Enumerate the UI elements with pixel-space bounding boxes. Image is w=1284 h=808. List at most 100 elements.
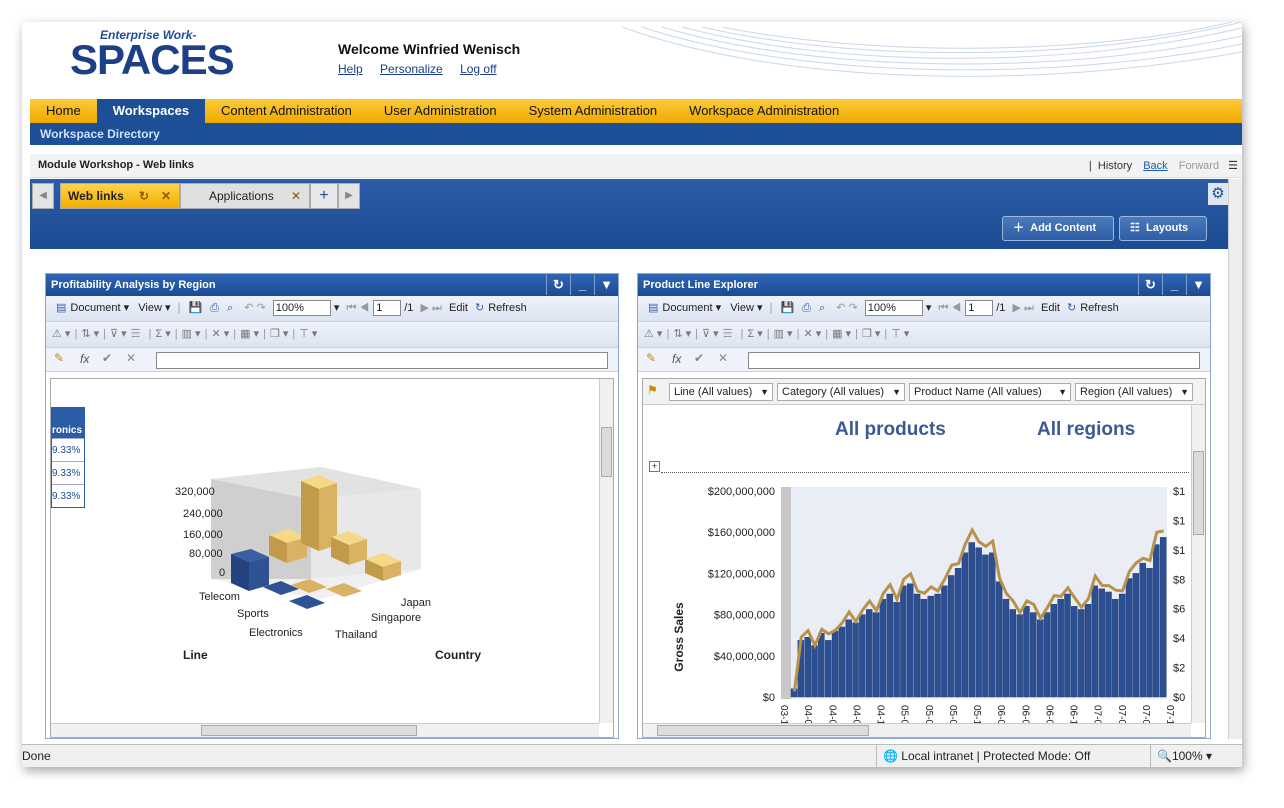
tab-applications[interactable]: Applications ✕ [180, 183, 310, 209]
refresh-button[interactable]: Refresh [1080, 302, 1119, 314]
help-link[interactable]: Help [338, 62, 363, 76]
variable-editor-icon[interactable]: ✎ [54, 351, 64, 365]
menu-dropdown-icon[interactable]: ▼ [594, 274, 618, 295]
sort-icon[interactable]: ⇅ ▾ [673, 328, 691, 340]
page-menu-icon[interactable]: ☰ [1228, 160, 1238, 172]
refresh-icon[interactable]: ↻ [1138, 274, 1162, 295]
variable-editor-icon[interactable]: ✎ [646, 351, 656, 365]
gross-sales-bar [1146, 568, 1153, 698]
layouts-button[interactable]: ☷ Layouts [1119, 216, 1207, 241]
edit-button[interactable]: Edit [1041, 302, 1060, 314]
gross-sales-chart: Gross Sales $200,000,000 $160,000,000 $120… [672, 486, 1185, 729]
report-hscrollbar[interactable] [643, 723, 1191, 737]
report-vscrollbar[interactable] [599, 379, 613, 723]
gross-sales-bar [1139, 562, 1146, 698]
gross-sales-bar [1159, 537, 1167, 698]
print-icon[interactable]: ⎙ [802, 296, 811, 321]
history-menu[interactable]: History [1098, 160, 1132, 172]
page-count: /1 [996, 302, 1006, 314]
tab-scroll-left-icon[interactable]: ◀ [32, 183, 54, 209]
tab-web-links[interactable]: Web links ↻ ✕ [60, 183, 180, 209]
chart-type-icon[interactable]: ▥ ▾ [182, 328, 201, 340]
category-filter-select[interactable]: Category (All values) [777, 383, 905, 401]
expand-icon[interactable]: + [649, 461, 660, 472]
print-icon[interactable]: ⎙ [210, 296, 219, 321]
gross-sales-bar [1132, 573, 1140, 698]
zoom-select[interactable]: 100% [272, 300, 331, 317]
document-menu[interactable]: Document [70, 302, 120, 314]
gear-icon[interactable]: ⚙ [1208, 183, 1228, 205]
view-menu[interactable]: View [730, 302, 754, 314]
sort-icon[interactable]: ⇅ ▾ [81, 328, 99, 340]
alert-icon[interactable]: ⚠ ▾ [52, 328, 70, 340]
copy-icon[interactable]: ❐ ▾ [862, 328, 880, 340]
cancel-formula-icon[interactable]: ✕ [126, 351, 136, 365]
nav-workspace-administration[interactable]: Workspace Administration [673, 99, 855, 123]
add-tab-icon[interactable]: + [310, 183, 338, 209]
page-number-input[interactable]: 1 [965, 300, 994, 317]
break-icon[interactable]: ⊤ ▾ [891, 328, 909, 340]
product-name-filter-select[interactable]: Product Name (All values) [909, 383, 1071, 401]
validate-icon[interactable]: ✔ [102, 351, 112, 365]
break-icon[interactable]: ⊤ ▾ [299, 328, 317, 340]
view-menu[interactable]: View [138, 302, 162, 314]
document-menu[interactable]: Document [662, 302, 712, 314]
format-icon[interactable]: ▦ ▾ [832, 328, 851, 340]
chart-type-icon[interactable]: ▥ ▾ [774, 328, 793, 340]
page-number-input[interactable]: 1 [373, 300, 402, 317]
tab-close-icon[interactable]: ✕ [161, 184, 171, 208]
filter-icon[interactable]: ⊽ ▾ [110, 328, 127, 340]
personalize-link[interactable]: Personalize [380, 62, 443, 76]
delete-icon[interactable]: ✕ ▾ [803, 328, 821, 340]
back-link[interactable]: Back [1143, 160, 1167, 172]
sum-icon[interactable]: Σ ▾ [747, 328, 762, 340]
filter-icon[interactable]: ⊽ ▾ [702, 328, 719, 340]
edit-button[interactable]: Edit [449, 302, 468, 314]
y-axis-title: Gross Sales [672, 602, 686, 672]
forward-link[interactable]: Forward [1179, 160, 1219, 172]
tab-scroll-right-icon[interactable]: ▶ [338, 183, 360, 209]
minimize-icon[interactable]: _ [570, 274, 594, 295]
refresh-icon[interactable]: ↻ [546, 274, 570, 295]
minimize-icon[interactable]: _ [1162, 274, 1186, 295]
gross-sales-bar [995, 581, 1003, 698]
formula-icon[interactable]: fx [672, 352, 681, 366]
gross-sales-bar [927, 595, 934, 698]
formula-input[interactable] [748, 352, 1200, 369]
formula-icon[interactable]: fx [80, 352, 89, 366]
nav-content-administration[interactable]: Content Administration [205, 99, 368, 123]
webi-toolbar: ▤ Document ▾ View ▾ | 💾 ⎙ ⌕ ↶ ↷ 100% ▾ ⏮ ◀ 1 … [638, 296, 1210, 322]
logoff-link[interactable]: Log off [460, 62, 496, 76]
nav-system-administration[interactable]: System Administration [513, 99, 674, 123]
nav-user-administration[interactable]: User Administration [368, 99, 513, 123]
copy-icon[interactable]: ❐ ▾ [270, 328, 288, 340]
find-icon[interactable]: ⌕ [819, 296, 825, 321]
line-filter-select[interactable]: Line (All values) [669, 383, 773, 401]
region-filter-select[interactable]: Region (All values) [1075, 383, 1193, 401]
sum-icon[interactable]: Σ ▾ [155, 328, 170, 340]
find-icon[interactable]: ⌕ [227, 296, 233, 321]
tab-close-icon[interactable]: ✕ [291, 184, 301, 208]
zoom-select[interactable]: 100% [864, 300, 923, 317]
formula-input[interactable] [156, 352, 608, 369]
menu-dropdown-icon[interactable]: ▼ [1186, 274, 1210, 295]
alert-icon[interactable]: ⚠ ▾ [644, 328, 662, 340]
delete-icon[interactable]: ✕ ▾ [211, 328, 229, 340]
save-icon[interactable]: 💾 [780, 296, 794, 321]
report-hscrollbar[interactable] [51, 723, 599, 737]
report-vscrollbar[interactable] [1191, 405, 1205, 723]
validate-icon[interactable]: ✔ [694, 351, 704, 365]
nav-home[interactable]: Home [30, 99, 97, 123]
nav-workspaces[interactable]: Workspaces [96, 99, 206, 123]
tab-refresh-icon[interactable]: ↻ [139, 184, 149, 208]
right-tick-label: $1 [1173, 486, 1185, 498]
refresh-button[interactable]: Refresh [488, 302, 527, 314]
page-scrollbar[interactable] [1228, 179, 1242, 739]
gross-sales-bar [975, 547, 982, 698]
zoom-level[interactable]: 🔍100% ▾ [1150, 745, 1212, 767]
format-icon[interactable]: ▦ ▾ [240, 328, 259, 340]
save-icon[interactable]: 💾 [188, 296, 202, 321]
nav-workspace-directory[interactable]: Workspace Directory [30, 123, 1242, 145]
add-content-button[interactable]: ＋ Add Content [1002, 216, 1114, 241]
cancel-formula-icon[interactable]: ✕ [718, 351, 728, 365]
